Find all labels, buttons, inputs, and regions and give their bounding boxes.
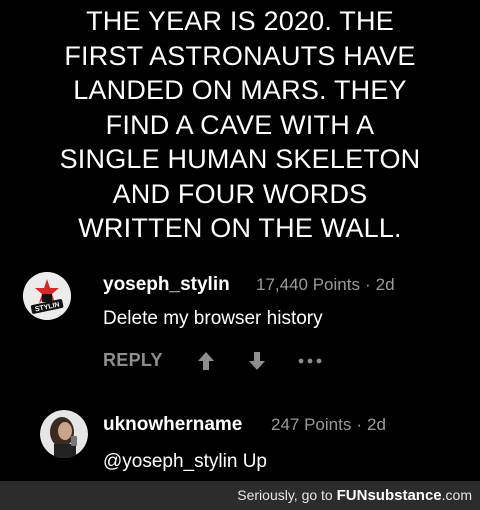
watermark-tld: .com [441, 487, 472, 503]
watermark-prefix: Seriously, go to [237, 487, 337, 503]
arrow-up-icon[interactable] [197, 351, 215, 371]
meta-separator: · [364, 275, 371, 294]
more-dots-icon[interactable] [297, 352, 323, 370]
comment-points: 17,440 Points [256, 275, 360, 294]
comment-age: 2d [367, 415, 386, 434]
comment: STYLIN yoseph_stylin 17,440 Points · 2d De… [0, 266, 480, 346]
post-title: THE YEAR IS 2020. THE FIRST ASTRONAUTS H… [0, 4, 480, 246]
title-line: LANDED ON MARS. THEY [73, 75, 407, 105]
arrow-down-icon[interactable] [248, 351, 266, 371]
comment-meta: 17,440 Points · 2d [256, 275, 395, 295]
comment-meta: 247 Points · 2d [271, 415, 386, 435]
comment-actions: REPLY [103, 348, 383, 374]
comment-age: 2d [375, 275, 395, 294]
reply-button[interactable]: REPLY [103, 350, 163, 371]
title-line: WRITTEN ON THE WALL. [78, 213, 402, 243]
comment-username[interactable]: yoseph_stylin [103, 274, 230, 296]
comment-username[interactable]: uknowhername [103, 414, 242, 436]
title-line: FIRST ASTRONAUTS HAVE [64, 40, 416, 71]
meta-separator: · [356, 415, 363, 434]
watermark-bar: Seriously, go to FUNsubstance.com [0, 481, 480, 510]
watermark-text: Seriously, go to FUNsubstance.com [237, 487, 472, 504]
avatar[interactable]: STYLIN [23, 272, 71, 320]
watermark-logo: FUNsubstance [336, 487, 442, 504]
comment-points: 247 Points [271, 415, 352, 434]
comment-text: Delete my browser history [103, 308, 323, 329]
title-line: AND FOUR WORDS [112, 178, 368, 209]
comment: uknowhername 247 Points · 2d @yoseph_styli… [0, 404, 480, 474]
comment-text: @yoseph_stylin Up [103, 451, 267, 472]
title-line: SINGLE HUMAN SKELETON [59, 144, 421, 174]
avatar-image: STYLIN [23, 272, 71, 320]
title-line: THE YEAR IS 2020. THE [86, 6, 394, 36]
avatar[interactable] [40, 410, 88, 458]
title-line: FIND A CAVE WITH A [105, 109, 375, 140]
avatar-image [40, 410, 88, 458]
